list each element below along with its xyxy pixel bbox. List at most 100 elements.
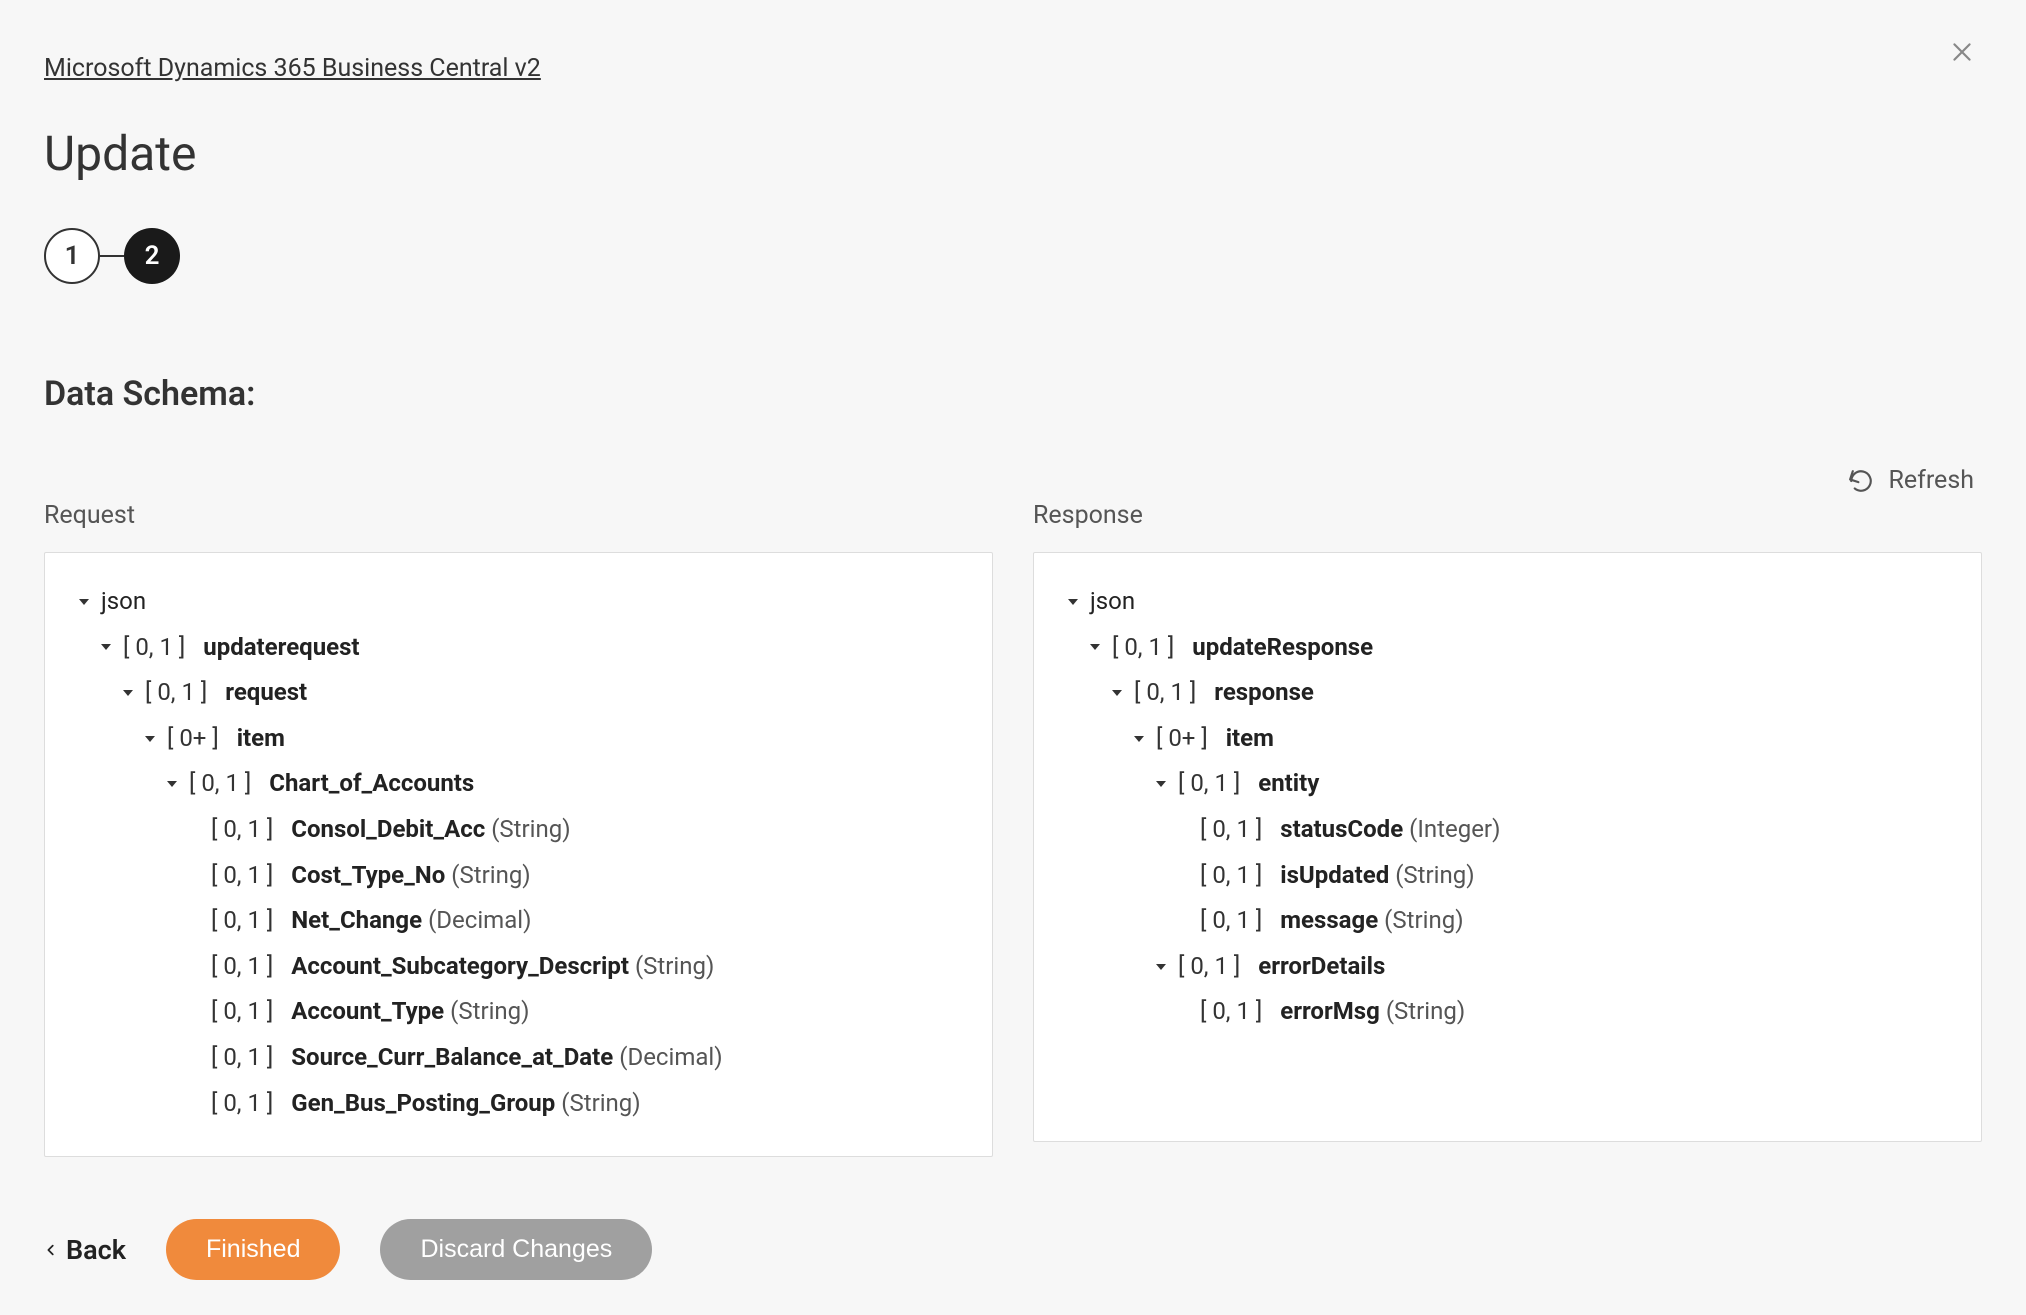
request-tree: json [ 0, 1 ] updaterequest [ 0, 1 ] req…: [73, 579, 964, 1126]
node-name: item: [1226, 716, 1274, 762]
cardinality: [ 0, 1 ]: [1200, 898, 1262, 944]
chevron-down-icon[interactable]: [95, 636, 117, 658]
node-type: (Decimal): [428, 898, 531, 944]
node-type: (String): [491, 807, 570, 853]
chevron-down-icon[interactable]: [1062, 591, 1084, 613]
tree-node-updaterequest[interactable]: [ 0, 1 ] updaterequest: [95, 625, 964, 671]
node-name: statusCode: [1280, 807, 1403, 853]
tree-leaf[interactable]: [ 0, 1 ] statusCode (Integer): [1172, 807, 1953, 853]
step-1[interactable]: 1: [44, 228, 100, 284]
back-button[interactable]: Back: [44, 1234, 126, 1266]
step-connector: [100, 255, 124, 257]
chevron-down-icon[interactable]: [117, 682, 139, 704]
back-label: Back: [66, 1234, 126, 1266]
close-button[interactable]: [1942, 32, 1982, 72]
node-name: request: [225, 670, 307, 716]
refresh-icon: [1848, 468, 1874, 494]
cardinality: [ 0, 1 ]: [211, 898, 273, 944]
tree-node-item[interactable]: [ 0+ ] item: [1128, 716, 1953, 762]
cardinality: [ 0, 1 ]: [211, 853, 273, 899]
node-type: (Integer): [1409, 807, 1500, 853]
close-icon: [1949, 39, 1975, 65]
tree-leaf[interactable]: [ 0, 1 ] Gen_Bus_Posting_Group (String): [183, 1081, 964, 1127]
step-2[interactable]: 2: [124, 228, 180, 284]
response-label: Response: [1033, 501, 1982, 530]
node-type: (String): [451, 853, 530, 899]
node-type: (String): [1384, 898, 1463, 944]
node-name: entity: [1258, 761, 1319, 807]
cardinality: [ 0, 1 ]: [211, 989, 273, 1035]
cardinality: [ 0, 1 ]: [211, 944, 273, 990]
node-type: (String): [635, 944, 714, 990]
page-title: Update: [44, 125, 1982, 182]
breadcrumb-link[interactable]: Microsoft Dynamics 365 Business Central …: [44, 54, 541, 83]
node-type: (String): [1386, 989, 1465, 1035]
cardinality: [ 0, 1 ]: [211, 1081, 273, 1127]
section-title: Data Schema:: [44, 374, 1982, 414]
tree-leaf[interactable]: [ 0, 1 ] Account_Subcategory_Descript (S…: [183, 944, 964, 990]
discard-changes-button[interactable]: Discard Changes: [380, 1219, 652, 1280]
chevron-down-icon[interactable]: [139, 728, 161, 750]
tree-node-json[interactable]: json: [1062, 579, 1953, 625]
response-tree: json [ 0, 1 ] updateResponse [ 0, 1 ] re…: [1062, 579, 1953, 1035]
node-name: item: [237, 716, 285, 762]
tree-node-json[interactable]: json: [73, 579, 964, 625]
cardinality: [ 0, 1 ]: [1200, 853, 1262, 899]
tree-leaf[interactable]: [ 0, 1 ] message (String): [1172, 898, 1953, 944]
finished-button[interactable]: Finished: [166, 1219, 341, 1280]
node-name: Net_Change: [291, 898, 422, 944]
node-name: updaterequest: [203, 625, 359, 671]
node-name: message: [1280, 898, 1378, 944]
tree-node-entity[interactable]: [ 0, 1 ] entity: [1150, 761, 1953, 807]
tree-leaf[interactable]: [ 0, 1 ] errorMsg (String): [1172, 989, 1953, 1035]
request-column: Request json [ 0, 1 ] updaterequest: [44, 501, 993, 1157]
node-name: Gen_Bus_Posting_Group: [291, 1081, 555, 1127]
request-label: Request: [44, 501, 993, 530]
node-name: errorDetails: [1258, 944, 1385, 990]
cardinality: [ 0, 1 ]: [211, 807, 273, 853]
tree-node-request[interactable]: [ 0, 1 ] request: [117, 670, 964, 716]
chevron-down-icon[interactable]: [1128, 728, 1150, 750]
node-type: (String): [1395, 853, 1474, 899]
cardinality: [ 0, 1 ]: [1178, 761, 1240, 807]
tree-leaf[interactable]: [ 0, 1 ] isUpdated (String): [1172, 853, 1953, 899]
node-type: (String): [561, 1081, 640, 1127]
chevron-down-icon[interactable]: [1150, 773, 1172, 795]
cardinality: [ 0, 1 ]: [123, 625, 185, 671]
response-column: Response json [ 0, 1 ] updateResponse: [1033, 501, 1982, 1157]
cardinality: [ 0, 1 ]: [1200, 807, 1262, 853]
node-name: Account_Type: [291, 989, 444, 1035]
refresh-button[interactable]: Refresh: [1848, 466, 1974, 495]
tree-node-response[interactable]: [ 0, 1 ] response: [1106, 670, 1953, 716]
tree-node-item[interactable]: [ 0+ ] item: [139, 716, 964, 762]
tree-leaf[interactable]: [ 0, 1 ] Account_Type (String): [183, 989, 964, 1035]
node-type: (Decimal): [619, 1035, 722, 1081]
node-name: Account_Subcategory_Descript: [291, 944, 629, 990]
response-panel: json [ 0, 1 ] updateResponse [ 0, 1 ] re…: [1033, 552, 1982, 1142]
node-name: Chart_of_Accounts: [269, 761, 474, 807]
tree-leaf[interactable]: [ 0, 1 ] Source_Curr_Balance_at_Date (De…: [183, 1035, 964, 1081]
chevron-down-icon[interactable]: [73, 591, 95, 613]
chevron-left-icon: [44, 1243, 58, 1257]
node-name: Consol_Debit_Acc: [291, 807, 485, 853]
chevron-down-icon[interactable]: [161, 773, 183, 795]
tree-leaf[interactable]: [ 0, 1 ] Net_Change (Decimal): [183, 898, 964, 944]
cardinality: [ 0, 1 ]: [1178, 944, 1240, 990]
node-type: (String): [450, 989, 529, 1035]
cardinality: [ 0, 1 ]: [189, 761, 251, 807]
cardinality: [ 0, 1 ]: [1200, 989, 1262, 1035]
node-name: errorMsg: [1280, 989, 1380, 1035]
tree-leaf[interactable]: [ 0, 1 ] Cost_Type_No (String): [183, 853, 964, 899]
chevron-down-icon[interactable]: [1106, 682, 1128, 704]
request-panel: json [ 0, 1 ] updaterequest [ 0, 1 ] req…: [44, 552, 993, 1157]
cardinality: [ 0, 1 ]: [145, 670, 207, 716]
tree-node-errordetails[interactable]: [ 0, 1 ] errorDetails: [1150, 944, 1953, 990]
cardinality: [ 0, 1 ]: [1134, 670, 1196, 716]
chevron-down-icon[interactable]: [1150, 956, 1172, 978]
node-name: updateResponse: [1192, 625, 1373, 671]
tree-node-chart-of-accounts[interactable]: [ 0, 1 ] Chart_of_Accounts: [161, 761, 964, 807]
node-name: Cost_Type_No: [291, 853, 445, 899]
tree-node-updateresponse[interactable]: [ 0, 1 ] updateResponse: [1084, 625, 1953, 671]
chevron-down-icon[interactable]: [1084, 636, 1106, 658]
tree-leaf[interactable]: [ 0, 1 ] Consol_Debit_Acc (String): [183, 807, 964, 853]
